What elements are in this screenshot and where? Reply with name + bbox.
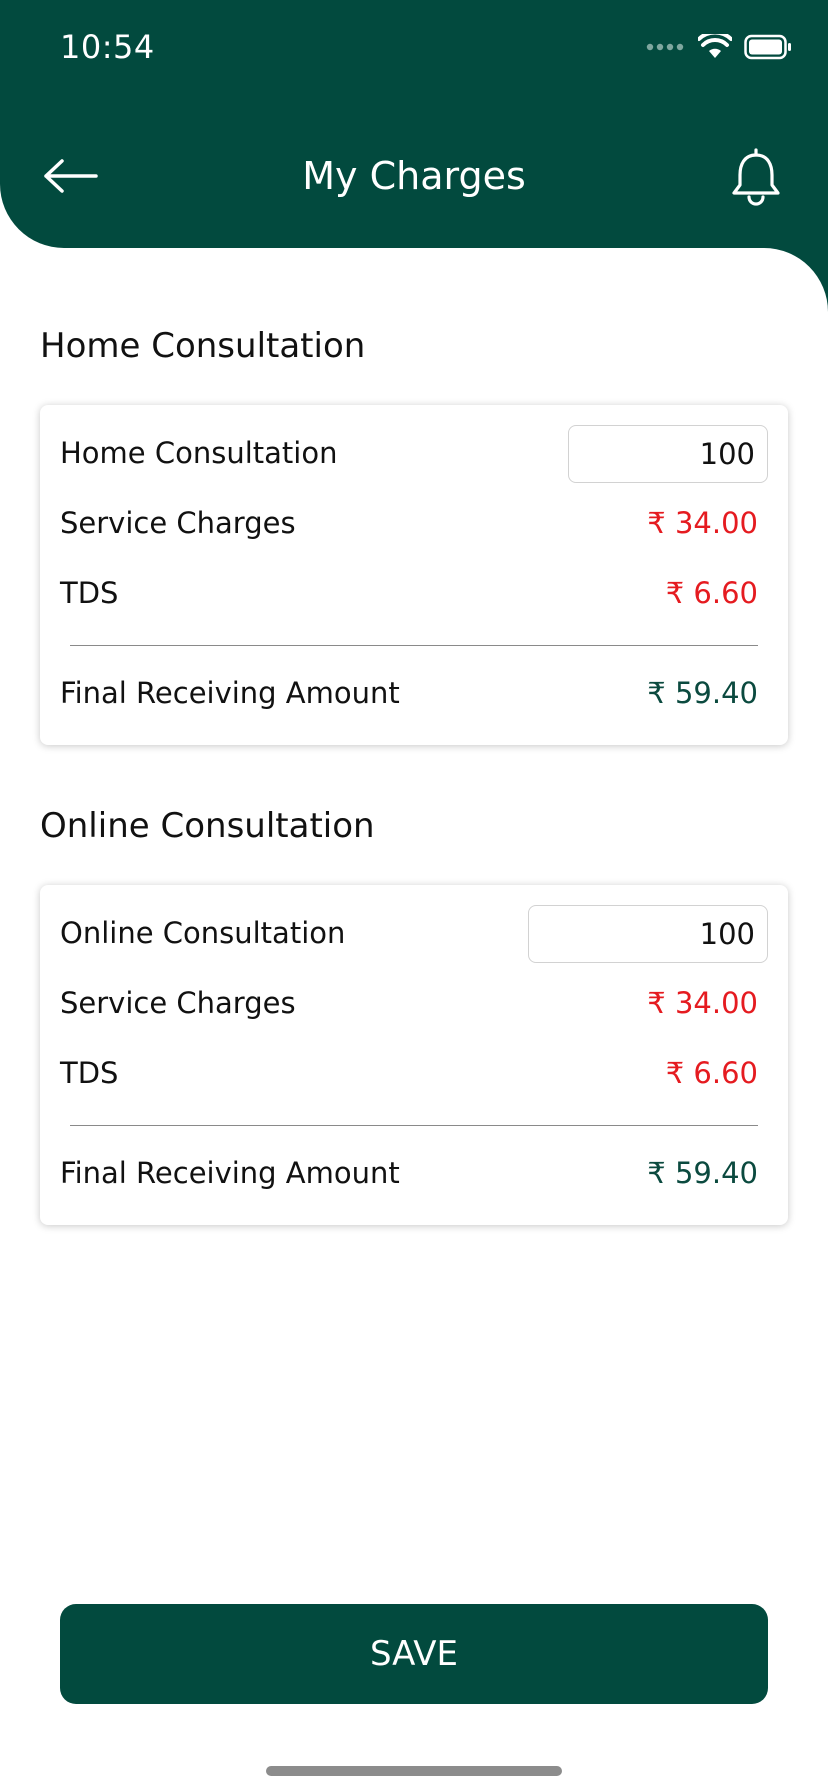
home-fee-label: Home Consultation: [60, 436, 338, 470]
online-final-value: ₹ 59.40: [647, 1156, 758, 1190]
online-final-row: Final Receiving Amount ₹ 59.40: [60, 1148, 758, 1198]
home-final-label: Final Receiving Amount: [60, 676, 400, 710]
online-service-value: ₹ 34.00: [647, 986, 758, 1020]
section-title-online: Online Consultation: [40, 806, 375, 846]
online-divider: [70, 1125, 758, 1126]
online-tds-value: ₹ 6.60: [665, 1056, 758, 1090]
home-tds-value: ₹ 6.60: [665, 576, 758, 610]
online-tds-label: TDS: [60, 1056, 119, 1090]
online-charges-card: Online Consultation Service Charges ₹ 34…: [40, 885, 788, 1225]
wifi-icon: [698, 34, 732, 58]
home-fee-input[interactable]: [568, 425, 768, 483]
section-title-home: Home Consultation: [40, 326, 366, 366]
save-button[interactable]: SAVE: [60, 1604, 768, 1704]
home-tds-label: TDS: [60, 576, 119, 610]
online-fee-input[interactable]: [528, 905, 768, 963]
online-tds-row: TDS ₹ 6.60: [60, 1048, 758, 1098]
online-final-label: Final Receiving Amount: [60, 1156, 400, 1190]
home-service-row: Service Charges ₹ 34.00: [60, 498, 758, 548]
home-charges-card: Home Consultation Service Charges ₹ 34.0…: [40, 405, 788, 745]
notifications-button[interactable]: [726, 144, 786, 210]
online-service-label: Service Charges: [60, 986, 296, 1020]
home-tds-row: TDS ₹ 6.60: [60, 568, 758, 618]
home-final-row: Final Receiving Amount ₹ 59.40: [60, 668, 758, 718]
home-service-value: ₹ 34.00: [647, 506, 758, 540]
home-final-value: ₹ 59.40: [647, 676, 758, 710]
online-fee-label: Online Consultation: [60, 916, 346, 950]
online-service-row: Service Charges ₹ 34.00: [60, 978, 758, 1028]
home-divider: [70, 645, 758, 646]
page-title: My Charges: [302, 154, 526, 198]
status-icons: [646, 34, 792, 60]
status-time: 10:54: [60, 28, 155, 66]
home-service-label: Service Charges: [60, 506, 296, 540]
home-indicator: [266, 1766, 562, 1776]
app-header: 10:54 My Charges: [0, 0, 828, 248]
battery-icon: [744, 34, 791, 60]
signal-dots-icon: [646, 43, 684, 51]
bell-icon: [732, 148, 780, 206]
